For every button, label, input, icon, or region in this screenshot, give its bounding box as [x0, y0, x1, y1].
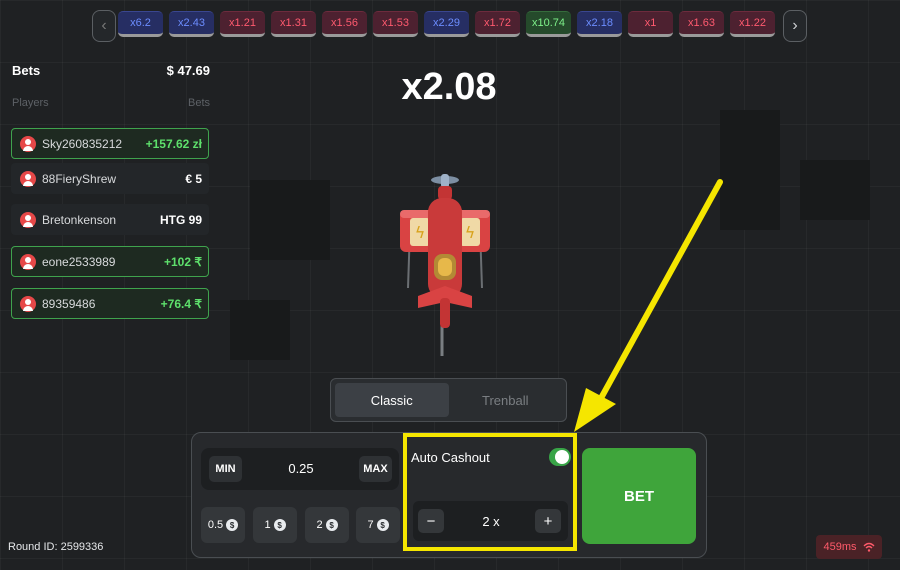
annotation-arrow-icon: [574, 179, 723, 432]
